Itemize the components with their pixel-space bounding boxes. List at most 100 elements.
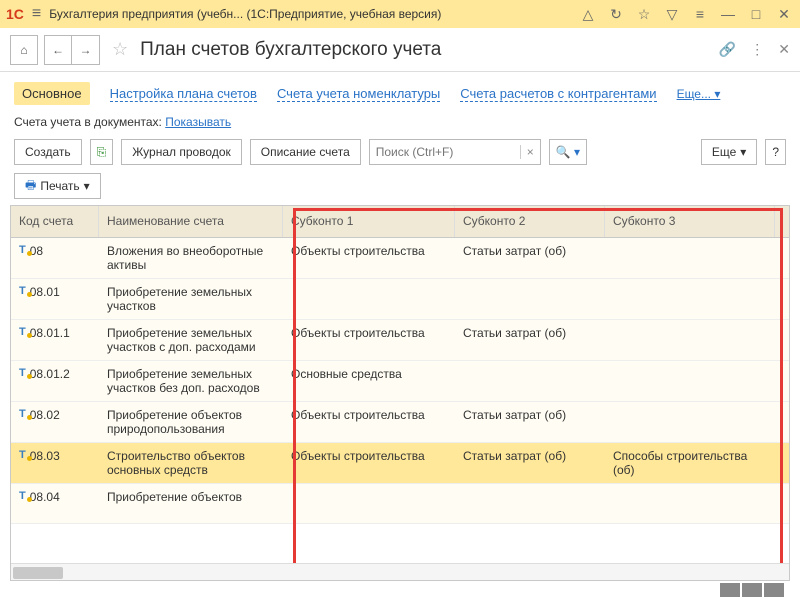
cell-sub1: Объекты строительства [283,238,455,278]
search-button[interactable]: 🔍 ▾ [549,139,587,165]
table-row[interactable]: T 08.02 Приобретение объектов природопольз… [11,402,789,443]
account-icon: T [19,408,26,420]
col-code[interactable]: Код счета [11,206,99,237]
cell-code: 08.03 [30,449,60,463]
cell-sub1: Объекты строительства [283,402,455,442]
link-icon[interactable]: 🔗 [719,41,736,58]
cell-sub3 [605,402,775,442]
cell-sub2: Статьи затрат (об) [455,320,605,360]
cell-name: Приобретение земельных участков с доп. р… [99,320,283,360]
favorite-icon[interactable]: ☆ [112,39,128,60]
account-icon: T [19,449,26,461]
more-button[interactable]: Еще ▾ [701,139,757,165]
cell-name: Строительство объектов основных средств [99,443,283,483]
search-clear-icon[interactable]: × [520,145,540,159]
cell-sub3 [605,279,775,319]
table-row[interactable]: T 08.01.1 Приобретение земельных участков … [11,320,789,361]
cell-name: Приобретение объектов природопользования [99,402,283,442]
nav-back-button[interactable]: ← [44,35,72,65]
table-row[interactable]: T 08.03 Строительство объектов основных ср… [11,443,789,484]
cell-sub3 [605,320,775,360]
col-name[interactable]: Наименование счета [99,206,283,237]
table-row[interactable]: T 08.01.2 Приобретение земельных участков … [11,361,789,402]
cell-sub3 [605,361,775,401]
search-box: × [369,139,541,165]
table-row[interactable]: T 08 Вложения во внеоборотные активыОбъект… [11,238,789,279]
account-icon: T [19,244,26,256]
account-icon: T [19,326,26,338]
tab-row: Основное Настройка плана счетов Счета уч… [0,72,800,109]
hamburger-icon[interactable]: ≡ [32,5,41,23]
cell-sub3 [605,484,775,523]
footer-indicators [720,583,784,597]
window-title: Бухгалтерия предприятия (учебн... (1С:Пр… [49,7,570,21]
page-header: ⌂ ← → ☆ План счетов бухгалтерского учета… [0,28,800,72]
cell-sub3: Способы строительства (об) [605,443,775,483]
cell-sub2 [455,484,605,523]
cell-sub1: Основные средства [283,361,455,401]
help-button[interactable]: ? [765,139,786,165]
close-window-icon[interactable]: ✕ [774,6,794,23]
accounts-grid: Код счета Наименование счета Субконто 1 … [10,205,790,581]
cell-sub2: Статьи затрат (об) [455,238,605,278]
grid-body[interactable]: T08Вложения во внеоборотные активыОбъект… [11,238,789,563]
nav-home-button[interactable]: ⌂ [10,35,38,65]
cell-code: 08 [30,244,43,258]
cell-sub1: Объекты строительства [283,320,455,360]
kebab-icon[interactable]: ⋮ [750,41,764,58]
journal-button[interactable]: Журнал проводок [121,139,242,165]
col-sub1[interactable]: Субконто 1 [283,206,455,237]
horizontal-scrollbar[interactable] [11,563,789,581]
docs-accounts-link[interactable]: Показывать [165,115,231,129]
print-button[interactable]: 🖶 Печать ▾ [14,173,101,199]
account-icon: T [19,285,26,297]
cell-sub2 [455,361,605,401]
window-titlebar: 1C ≡ Бухгалтерия предприятия (учебн... (… [0,0,800,28]
cell-code: 08.04 [30,490,60,504]
cell-name: Вложения во внеоборотные активы [99,238,283,278]
table-row[interactable]: T 08.04 Приобретение объектов [11,484,789,524]
table-row[interactable]: T 08.01 Приобретение земельных участков [11,279,789,320]
docs-accounts-row: Счета учета в документах: Показывать [0,109,800,135]
col-sub2[interactable]: Субконто 2 [455,206,605,237]
star-icon[interactable]: ☆ [634,6,654,23]
menu-icon[interactable]: ≡ [690,6,710,22]
col-sub3[interactable]: Субконто 3 [605,206,775,237]
cell-code: 08.01 [30,285,60,299]
account-icon: T [19,490,26,502]
nav-forward-button[interactable]: → [72,35,100,65]
create-button[interactable]: Создать [14,139,82,165]
cell-code: 08.01.2 [30,367,70,381]
tabs-more[interactable]: Еще... ▾ [677,87,721,101]
cell-name: Приобретение земельных участков без доп.… [99,361,283,401]
search-input[interactable] [370,140,520,164]
toolbar: Создать ⎘ Журнал проводок Описание счета… [0,135,800,173]
cell-sub2: Статьи затрат (об) [455,402,605,442]
cell-sub1 [283,484,455,523]
page-title: План счетов бухгалтерского учета [140,39,713,61]
tab-contractors[interactable]: Счета расчетов с контрагентами [460,86,656,102]
close-icon[interactable]: ✕ [778,41,790,58]
tab-nomenclature[interactable]: Счета учета номенклатуры [277,86,440,102]
cell-name: Приобретение земельных участков [99,279,283,319]
ribbon-icon[interactable]: ▽ [662,6,682,23]
cell-sub1 [283,279,455,319]
cell-sub2: Статьи затрат (об) [455,443,605,483]
cell-sub3 [605,238,775,278]
description-button[interactable]: Описание счета [250,139,361,165]
tab-config[interactable]: Настройка плана счетов [110,86,257,102]
tab-main[interactable]: Основное [14,82,90,105]
cell-name: Приобретение объектов [99,484,283,523]
maximize-icon[interactable]: □ [746,6,766,22]
docs-accounts-label: Счета учета в документах: [14,115,162,129]
minimize-icon[interactable]: — [718,6,738,22]
logo-1c: 1C [6,6,24,22]
cell-code: 08.01.1 [30,326,70,340]
copy-button[interactable]: ⎘ [90,139,114,165]
cell-code: 08.02 [30,408,60,422]
cell-sub2 [455,279,605,319]
cell-sub1: Объекты строительства [283,443,455,483]
bell-icon[interactable]: △ [578,6,598,23]
account-icon: T [19,367,26,379]
history-icon[interactable]: ↻ [606,6,626,23]
